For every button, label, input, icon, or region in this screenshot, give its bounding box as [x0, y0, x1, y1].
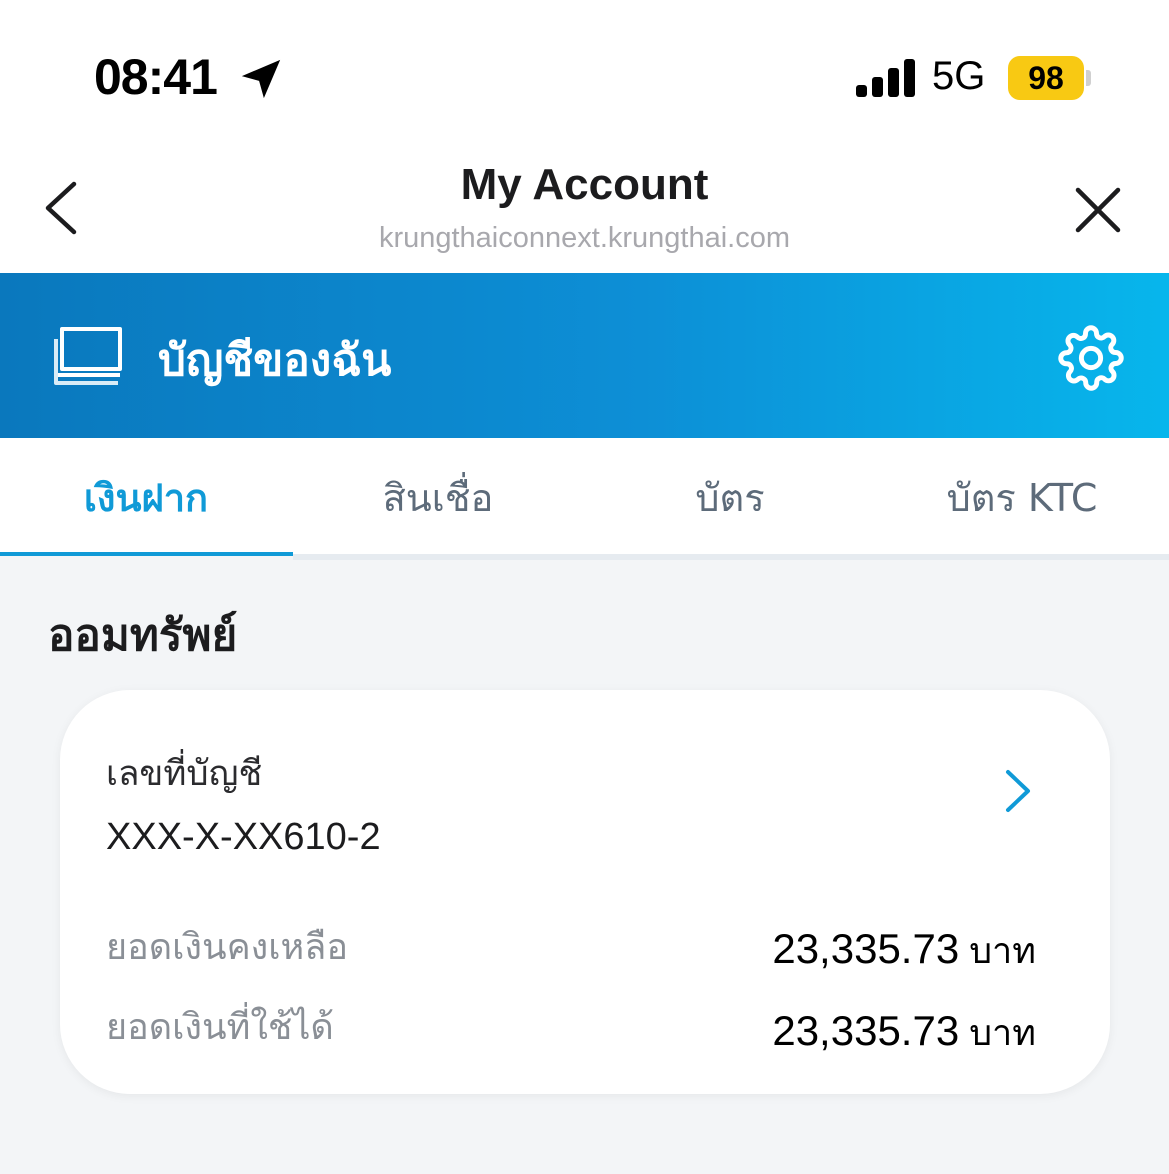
cellular-signal-icon [856, 59, 915, 97]
account-card[interactable]: เลขที่บัญชี XXX-X-XX610-2 ยอดเงินคงเหลือ… [60, 690, 1110, 1094]
battery-indicator: 98 [1008, 56, 1084, 100]
status-bar: 08:41 5G 98 [0, 0, 1169, 150]
page-url: krungthaiconnext.krungthai.com [378, 222, 791, 254]
banner-title: บัญชีของฉัน [158, 335, 392, 386]
location-arrow-icon [241, 59, 281, 99]
available-label: ยอดเงินที่ใช้ได้ [106, 1007, 334, 1048]
account-number: XXX-X-XX610-2 [106, 816, 381, 858]
battery-level: 98 [1028, 59, 1064, 96]
tab-divider [293, 554, 1169, 560]
browser-nav-bar: My Account krungthaiconnext.krungthai.co… [0, 150, 1169, 273]
wallet-icon [54, 327, 122, 385]
balance-label: ยอดเงินคงเหลือ [106, 927, 348, 968]
tab-deposit[interactable]: เงินฝาก [0, 438, 292, 556]
available-value-row: 23,335.73 บาท [772, 1004, 1036, 1061]
account-number-label: เลขที่บัญชี [106, 754, 263, 794]
network-type: 5G [932, 54, 986, 98]
tab-card[interactable]: บัตร [584, 438, 876, 556]
close-icon[interactable] [1072, 184, 1124, 236]
section-title-savings: ออมทรัพย์ [48, 610, 238, 661]
account-banner: บัญชีของฉัน [0, 273, 1169, 438]
active-tab-indicator [0, 552, 293, 556]
chevron-right-icon[interactable] [1000, 768, 1034, 814]
gear-icon[interactable] [1058, 325, 1124, 391]
tab-ktc-card[interactable]: บัตร KTC [876, 438, 1168, 556]
tab-loan[interactable]: สินเชื่อ [292, 438, 584, 556]
account-tabs: เงินฝาก สินเชื่อ บัตร บัตร KTC [0, 438, 1169, 556]
page-title: My Account [460, 160, 709, 209]
balance-amount: 23,335.73 [772, 925, 960, 972]
status-time: 08:41 [94, 49, 218, 105]
balance-currency: บาท [969, 931, 1036, 972]
available-currency: บาท [969, 1013, 1036, 1054]
available-amount: 23,335.73 [772, 1007, 960, 1054]
balance-value-row: 23,335.73 บาท [772, 922, 1036, 979]
battery-tip [1086, 70, 1091, 86]
